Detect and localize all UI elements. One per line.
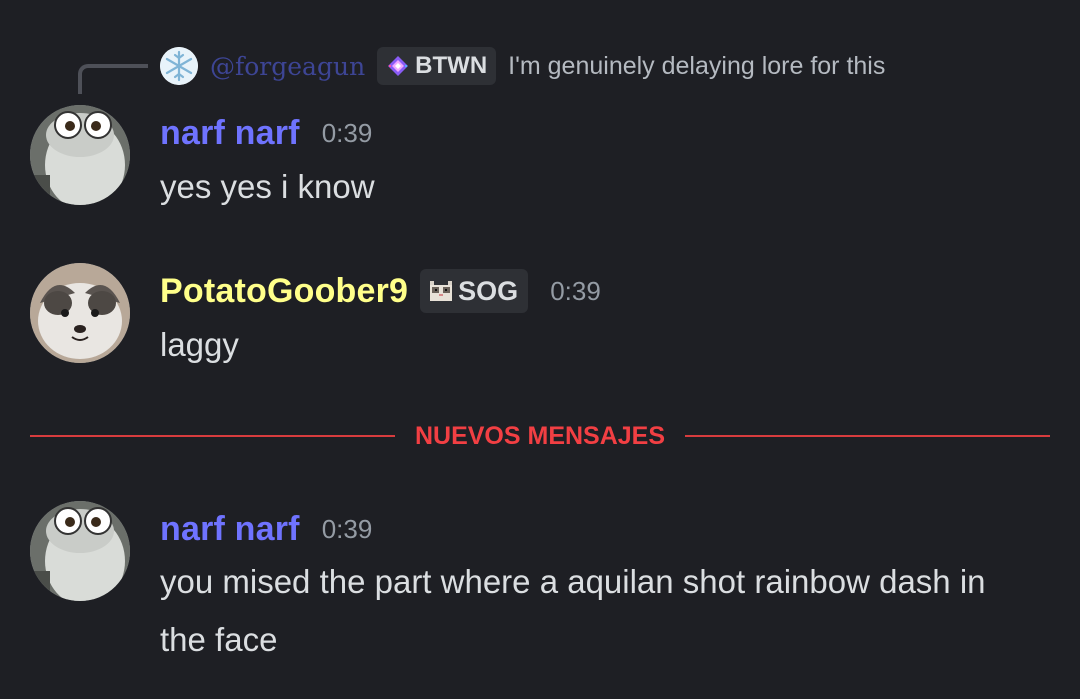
- timestamp[interactable]: 0:39: [322, 514, 373, 545]
- reply-message-text[interactable]: I'm genuinely delaying lore for this: [508, 52, 885, 81]
- avatar[interactable]: [30, 501, 130, 601]
- diamond-sparkle-icon: [385, 53, 411, 79]
- message-text: yes yes i know: [160, 168, 375, 205]
- snowflake-icon: [160, 47, 198, 85]
- message-text: laggy: [160, 326, 239, 363]
- divider-line-right: [685, 435, 1050, 437]
- divider-line-left: [30, 435, 395, 437]
- timestamp[interactable]: 0:39: [550, 276, 601, 307]
- author-name[interactable]: PotatoGoober9: [160, 272, 408, 311]
- server-tag-btwn[interactable]: BTWN: [377, 47, 497, 85]
- cat-with-glasses-icon: [30, 501, 130, 601]
- tag-label: SOG: [458, 275, 519, 306]
- message-header: PotatoGoober9 SOG 0:39: [160, 265, 601, 317]
- timestamp[interactable]: 0:39: [322, 118, 373, 149]
- avatar[interactable]: [30, 263, 130, 363]
- avatar[interactable]: [30, 105, 130, 205]
- reply-author-mention[interactable]: @forgeagun: [210, 52, 365, 81]
- cat-face-icon: [428, 278, 454, 304]
- server-tag-sog[interactable]: SOG: [420, 269, 529, 313]
- reply-preview[interactable]: @forgeagun BTWN I'm genuinely delaying l…: [160, 44, 885, 88]
- chat-log: @forgeagun BTWN I'm genuinely delaying l…: [0, 0, 1080, 699]
- message-header: narf narf 0:39: [160, 107, 372, 159]
- divider-label: NUEVOS MENSAJES: [414, 421, 666, 450]
- message-header: narf narf 0:39: [160, 503, 372, 555]
- cat-face-icon: [30, 263, 130, 363]
- reply-connector-line: [78, 64, 148, 94]
- message-text: you mised the part where a aquilan shot …: [160, 563, 986, 658]
- cat-with-glasses-icon: [30, 105, 130, 205]
- author-name[interactable]: narf narf: [160, 510, 300, 549]
- tag-label: BTWN: [415, 52, 488, 79]
- new-messages-divider: NUEVOS MENSAJES: [30, 412, 1050, 460]
- reply-avatar[interactable]: [160, 47, 198, 85]
- author-name[interactable]: narf narf: [160, 114, 300, 153]
